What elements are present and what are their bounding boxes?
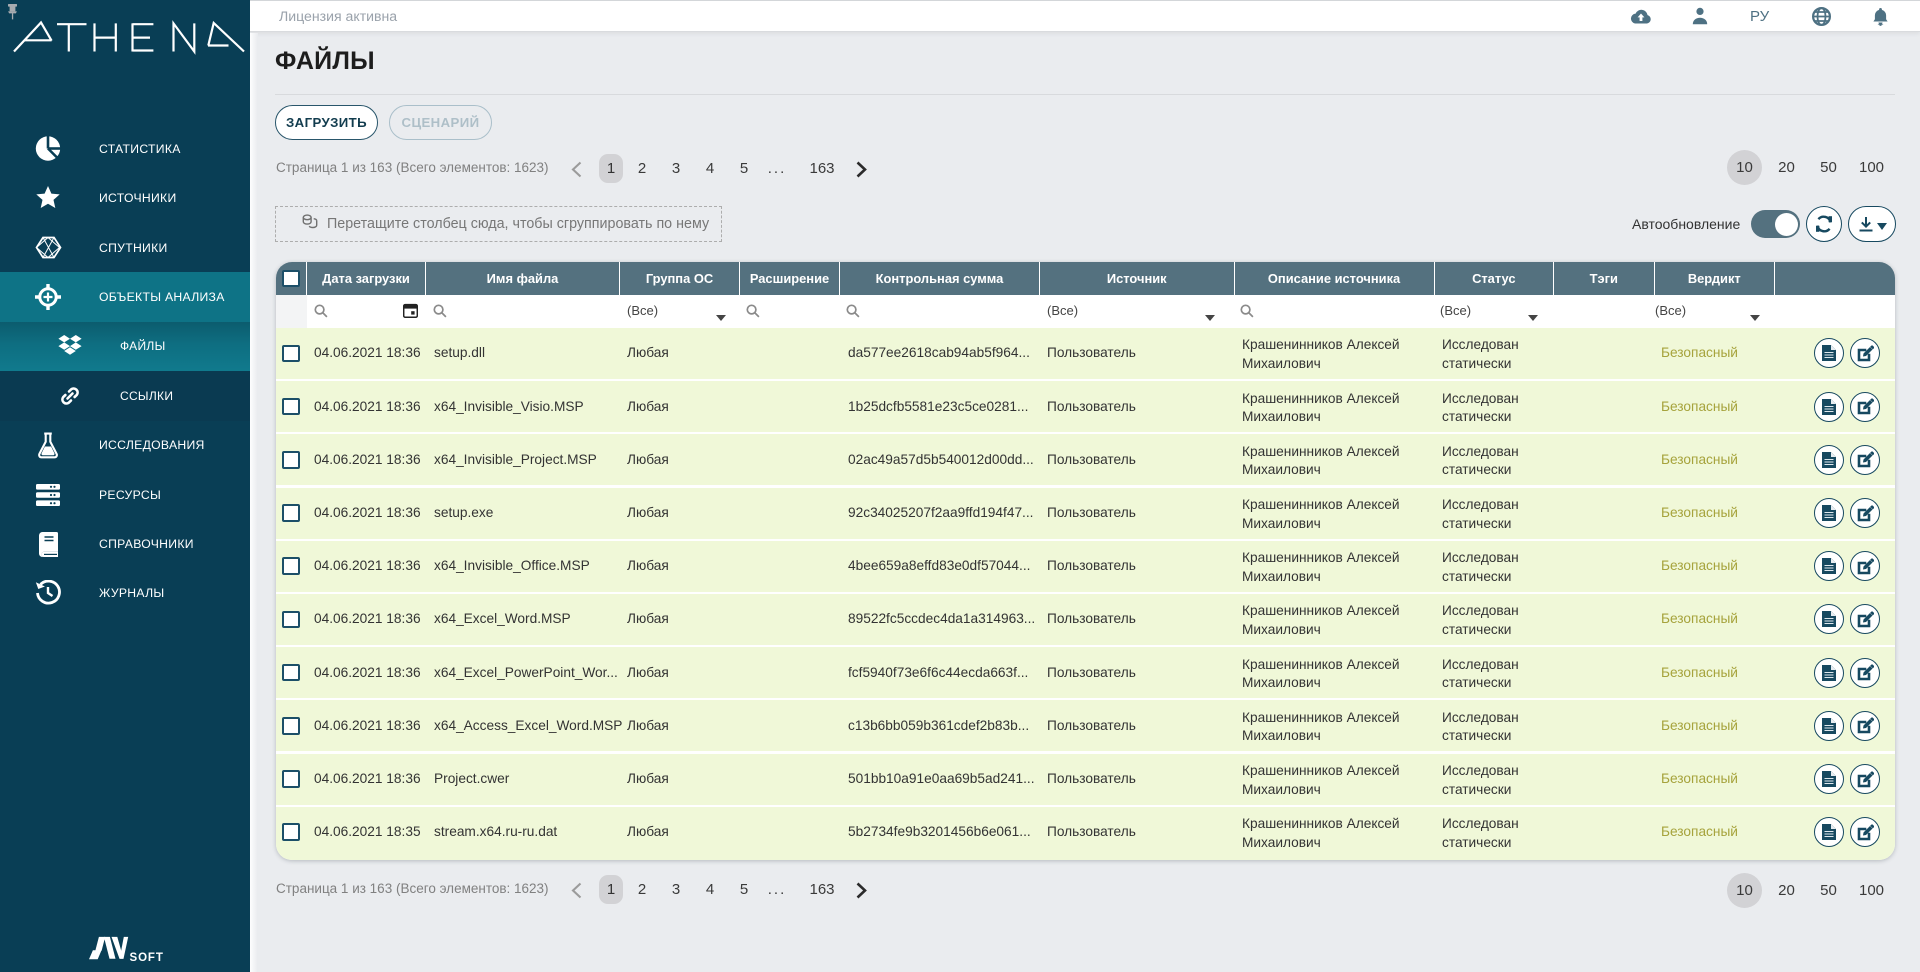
svg-text:SOFT: SOFT [130,952,164,964]
